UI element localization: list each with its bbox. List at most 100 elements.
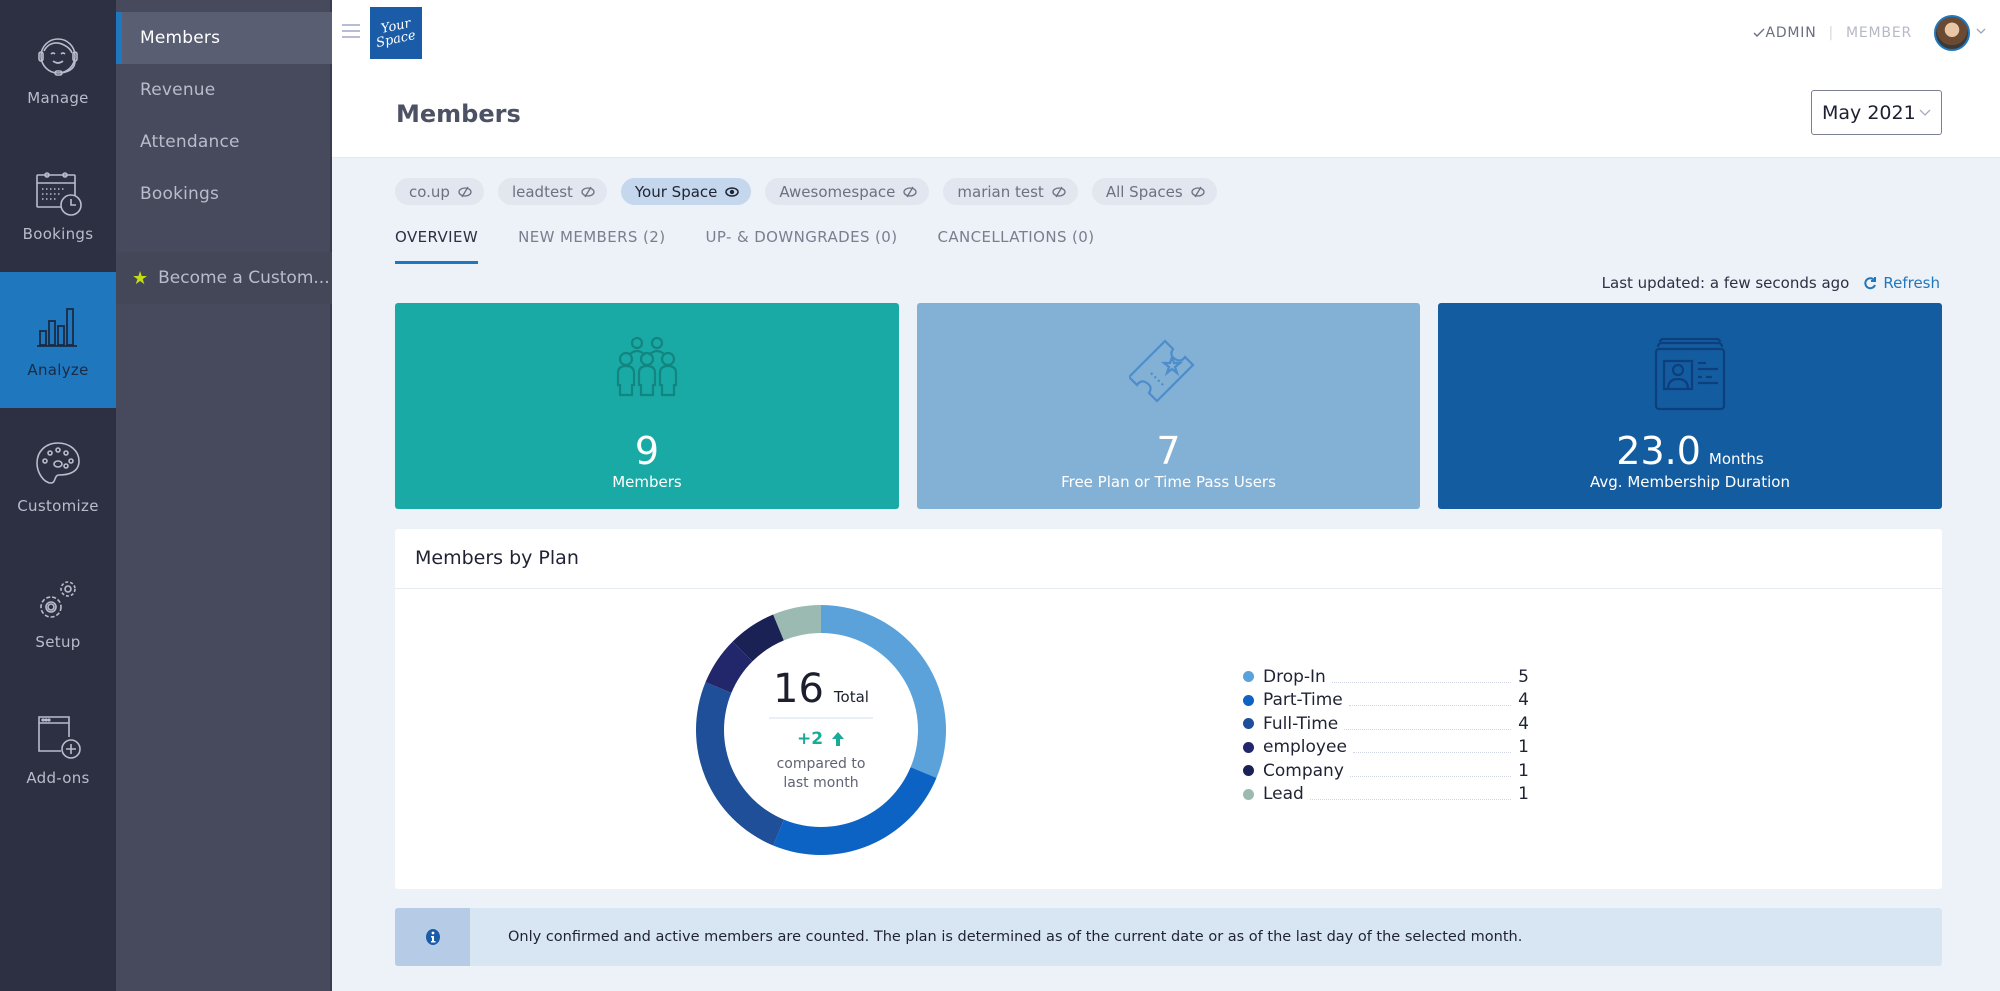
refresh-button[interactable]: Refresh [1863, 274, 1940, 292]
rail-item-add-ons[interactable]: Add-ons [0, 680, 116, 816]
legend-value: 5 [1518, 666, 1529, 687]
info-icon-box [395, 908, 470, 966]
legend-leader [1344, 718, 1511, 730]
subnav-item-members[interactable]: Members [116, 12, 332, 64]
legend-item[interactable]: Lead 1 [1243, 783, 1529, 807]
top-header: Your Space ADMIN | MEMBER Members May 20… [332, 0, 2000, 158]
legend-dot-icon [1243, 718, 1254, 730]
legend-item[interactable]: employee 1 [1243, 736, 1529, 760]
space-chip-label: Awesomespace [779, 182, 896, 201]
chevron-down-icon [1919, 109, 1931, 116]
legend-leader [1349, 765, 1511, 777]
last-updated-bar: Last updated: a few seconds ago Refresh [1602, 274, 1940, 292]
role-admin-button[interactable]: ADMIN [1765, 25, 1816, 41]
space-chip-active[interactable]: Your Space [620, 178, 752, 205]
tab-overview[interactable]: OVERVIEW [395, 228, 479, 264]
legend-dot-icon [1243, 765, 1254, 777]
become-customer-link[interactable]: ★ Become a Custom... [116, 252, 332, 304]
space-chip[interactable]: co.up [395, 178, 484, 205]
legend-value: 1 [1518, 760, 1529, 781]
tab-new-members[interactable]: NEW MEMBERS (2) [518, 228, 665, 264]
donut-chart: 16 Total +2 compared to last month [695, 604, 947, 856]
group-people-icon [616, 336, 678, 397]
legend-label: Full-Time [1263, 713, 1339, 734]
delta-value: +2 [796, 729, 824, 749]
your-space-logo[interactable]: Your Space [370, 7, 422, 59]
space-chip[interactable]: leadtest [497, 178, 607, 205]
legend-dot-icon [1243, 694, 1254, 706]
space-chip-label: Your Space [634, 182, 718, 201]
space-filter-chips: co.up leadtest Your Space Awesomespace m… [395, 178, 1217, 205]
rail-item-manage[interactable]: Manage [0, 0, 116, 136]
info-icon [425, 929, 440, 945]
check-icon [1753, 28, 1765, 37]
donut-center: 16 Total +2 compared to last month [695, 604, 947, 856]
star-icon: ★ [132, 267, 149, 289]
total-label: Total [833, 688, 869, 706]
last-updated-text: Last updated: a few seconds ago [1601, 274, 1850, 292]
legend-value: 1 [1518, 784, 1529, 805]
space-chip-label: co.up [409, 182, 450, 201]
subnav-item-bookings[interactable]: Bookings [116, 168, 332, 220]
legend-dot-icon [1243, 788, 1254, 800]
legend-leader [1309, 788, 1511, 801]
kpi-number: 23.0 [1616, 429, 1701, 473]
legend-label: Part-Time [1263, 690, 1343, 711]
kpi-members-card: 9 Members [395, 303, 899, 509]
space-chip-label: leadtest [511, 182, 573, 201]
headset-person-icon [38, 38, 78, 76]
space-chip[interactable]: Awesomespace [765, 178, 930, 205]
rail-item-bookings[interactable]: Bookings [0, 136, 116, 272]
kpi-unit: Months [1708, 450, 1764, 468]
subnav-item-revenue[interactable]: Revenue [116, 64, 332, 116]
legend-leader [1348, 694, 1511, 707]
space-chip[interactable]: marian test [943, 178, 1078, 205]
chevron-down-icon[interactable] [1976, 26, 1986, 36]
kpi-caption: Avg. Membership Duration [1590, 473, 1790, 491]
delta-note-line2: last month [783, 775, 859, 791]
space-chip-label: All Spaces [1105, 182, 1183, 201]
delta-note: compared to last month [777, 755, 866, 793]
legend-item[interactable]: Full-Time 4 [1243, 712, 1529, 736]
role-divider: | [1828, 25, 1835, 41]
legend-dot-icon [1243, 671, 1254, 683]
window-plus-icon [38, 716, 81, 759]
legend-item[interactable]: Drop-In 5 [1243, 665, 1529, 689]
tab-up-downgrades[interactable]: UP- & DOWNGRADES (0) [705, 228, 897, 264]
kpi-avg-duration-card: 23.0 Months Avg. Membership Duration [1438, 303, 1942, 509]
rail-item-label: Bookings [22, 225, 94, 243]
info-banner: Only confirmed and active members are co… [395, 908, 1942, 966]
space-chip[interactable]: All Spaces [1091, 178, 1217, 205]
legend-value: 4 [1518, 713, 1529, 734]
donut-total: 16 Total [769, 667, 873, 719]
refresh-icon [1864, 277, 1877, 290]
eye-slash-icon [581, 186, 595, 197]
refresh-label: Refresh [1883, 274, 1940, 292]
user-avatar[interactable] [1934, 15, 1970, 51]
rail-item-customize[interactable]: Customize [0, 408, 116, 544]
hamburger-menu-icon[interactable] [342, 24, 360, 38]
palette-icon [36, 442, 80, 484]
tab-cancellations[interactable]: CANCELLATIONS (0) [937, 228, 1094, 264]
rail-item-analyze[interactable]: Analyze [0, 272, 116, 408]
rail-item-label: Customize [17, 497, 99, 515]
role-member-button[interactable]: MEMBER [1846, 25, 1912, 41]
legend-item[interactable]: Company 1 [1243, 759, 1529, 783]
legend-label: Drop-In [1263, 666, 1326, 687]
delta-note-line1: compared to [776, 756, 866, 772]
eye-slash-icon [458, 186, 472, 197]
total-value: 16 [773, 666, 824, 712]
legend-leader [1331, 671, 1511, 683]
primary-sidebar: Manage Bookings Analyze Customize Setup … [0, 0, 116, 991]
role-switch: ADMIN | MEMBER [1753, 25, 1912, 41]
legend-leader [1352, 741, 1511, 754]
eye-slash-icon [903, 186, 918, 197]
subnav-item-attendance[interactable]: Attendance [116, 116, 332, 168]
bar-chart-icon [37, 308, 77, 347]
gears-icon [40, 581, 76, 618]
month-select[interactable]: May 2021 [1811, 90, 1942, 135]
kpi-value: 7 [1156, 429, 1181, 473]
members-by-plan-panel: Members by Plan 16 Total +2 compared to … [395, 529, 1942, 889]
legend-item[interactable]: Part-Time 4 [1243, 689, 1529, 713]
rail-item-setup[interactable]: Setup [0, 544, 116, 680]
